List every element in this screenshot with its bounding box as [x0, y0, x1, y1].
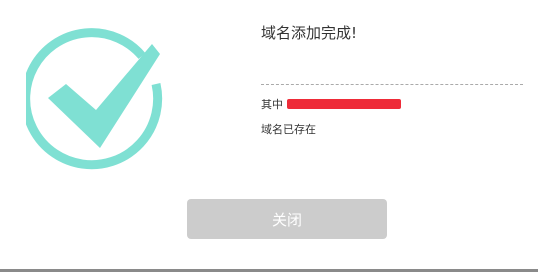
dialog-title: 域名添加完成! [261, 24, 358, 42]
close-button[interactable]: 关闭 [187, 199, 387, 239]
detail-row: 其中 [261, 96, 401, 112]
detail-label: 其中 [261, 98, 283, 111]
status-text: 域名已存在 [261, 123, 316, 136]
divider [261, 84, 523, 85]
check-circle-icon [26, 28, 163, 170]
result-dialog: 域名添加完成! 其中 域名已存在 关闭 [0, 0, 538, 272]
redacted-domain [287, 99, 401, 109]
